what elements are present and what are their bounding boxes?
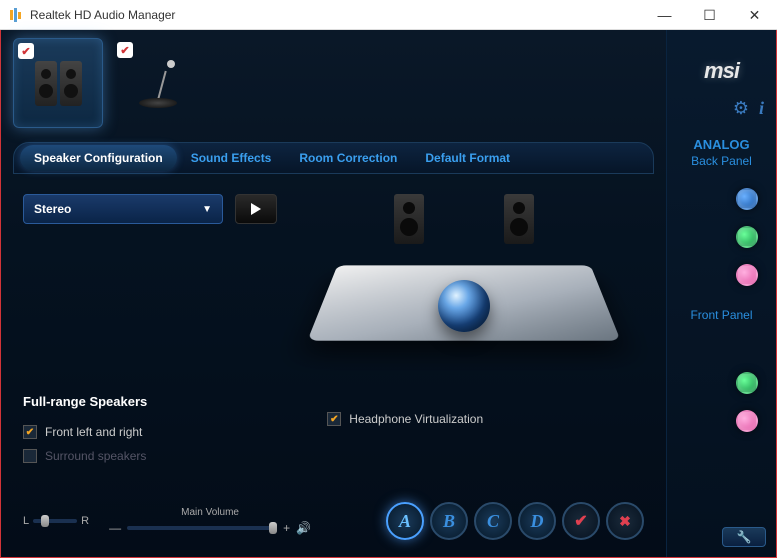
speaker-volume-icon[interactable]: 🔊 [296,521,311,535]
volume-min-icon: — [109,521,121,535]
stage-speaker-left[interactable] [394,194,424,244]
brand-logo: msi [704,58,739,84]
chevron-down-icon: ▼ [202,204,212,215]
maximize-button[interactable]: ☐ [687,0,732,30]
nav-tabs: Speaker Configuration Sound Effects Room… [13,142,654,174]
device-default-check-icon[interactable] [117,42,133,58]
analog-label: ANALOG [693,137,749,152]
volume-plus-icon: + [283,521,290,535]
main-volume-slider[interactable] [127,526,277,530]
balance-slider[interactable]: L R [23,515,89,527]
play-test-button[interactable] [235,194,277,224]
speakers-icon [35,61,82,106]
side-panel: msi ⚙ i ANALOG Back Panel Front Panel 🔧 [666,30,776,557]
jack-front-mic[interactable] [736,410,758,432]
front-panel-label: Front Panel [690,308,752,322]
jack-line-in[interactable] [736,188,758,210]
checkbox-headphone-virtualization[interactable]: Headphone Virtualization [327,412,483,426]
speaker-stage [314,174,614,374]
close-button[interactable]: ✕ [732,0,777,30]
preset-d-button[interactable]: D [518,502,556,540]
device-tab-speakers[interactable] [13,38,103,128]
preset-c-button[interactable]: C [474,502,512,540]
listener-orb [438,280,490,332]
device-tab-microphone[interactable] [113,38,203,128]
dropdown-value: Stereo [34,202,71,216]
device-default-check-icon[interactable] [18,43,34,59]
speaker-config-dropdown[interactable]: Stereo ▼ [23,194,223,224]
titlebar: Realtek HD Audio Manager — ☐ ✕ [0,0,777,30]
minimize-button[interactable]: — [642,0,687,30]
window-title: Realtek HD Audio Manager [30,8,175,22]
checkbox-front-left-right[interactable]: Front left and right [23,425,147,439]
checkbox-surround-speakers: Surround speakers [23,449,147,463]
tab-sound-effects[interactable]: Sound Effects [177,145,286,171]
reset-button[interactable] [606,502,644,540]
device-tabs [13,38,654,128]
checkbox-icon [327,412,341,426]
tool-button[interactable]: 🔧 [722,527,766,547]
preset-b-button[interactable]: B [430,502,468,540]
jack-front-headphone[interactable] [736,372,758,394]
jack-mic-in[interactable] [736,264,758,286]
gear-icon[interactable]: ⚙ [733,98,749,119]
checkbox-icon [23,425,37,439]
main-volume-label: Main Volume [181,507,239,518]
apply-button[interactable] [562,502,600,540]
tab-speaker-configuration[interactable]: Speaker Configuration [20,145,177,171]
microphone-icon [133,58,183,108]
back-panel-label: Back Panel [691,154,752,168]
stage-speaker-right[interactable] [504,194,534,244]
tab-room-correction[interactable]: Room Correction [285,145,411,171]
fullrange-title: Full-range Speakers [23,394,147,409]
jack-line-out[interactable] [736,226,758,248]
tab-default-format[interactable]: Default Format [411,145,524,171]
preset-a-button[interactable]: A [386,502,424,540]
checkbox-icon [23,449,37,463]
info-icon[interactable]: i [759,98,764,119]
app-icon [8,7,24,23]
